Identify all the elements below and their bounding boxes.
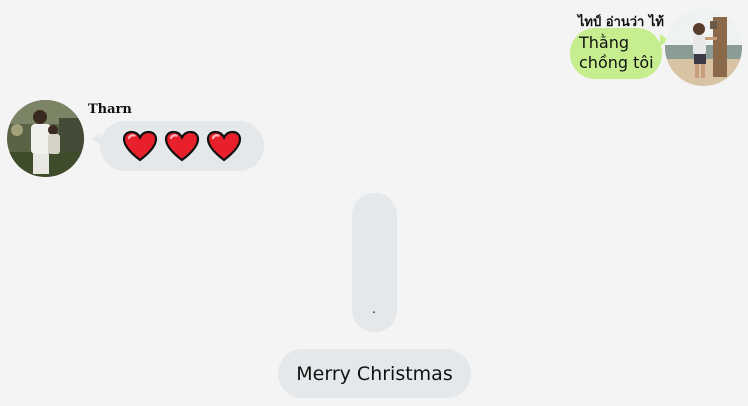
message-text-line: Thằng [579, 33, 630, 52]
message-bubble[interactable]: Merry Christmas [278, 349, 471, 398]
message-bubble-incoming[interactable] [92, 121, 264, 171]
message-text-line: chồng tôi [579, 53, 654, 72]
message-text: . [372, 302, 376, 316]
avatar-photo [7, 100, 84, 177]
heart-icon [206, 130, 242, 162]
heart-icon [122, 130, 158, 162]
avatar-photo [665, 9, 742, 86]
message-bubble-outgoing[interactable]: Thằng chồng tôi [570, 28, 669, 79]
avatar[interactable] [665, 9, 742, 86]
sender-name: Tharn [88, 102, 132, 117]
avatar[interactable] [7, 100, 84, 177]
message-text: Merry Christmas [296, 362, 453, 385]
bubble-tail [92, 133, 101, 145]
heart-icon [164, 130, 200, 162]
message-bubble[interactable]: . [352, 193, 397, 332]
